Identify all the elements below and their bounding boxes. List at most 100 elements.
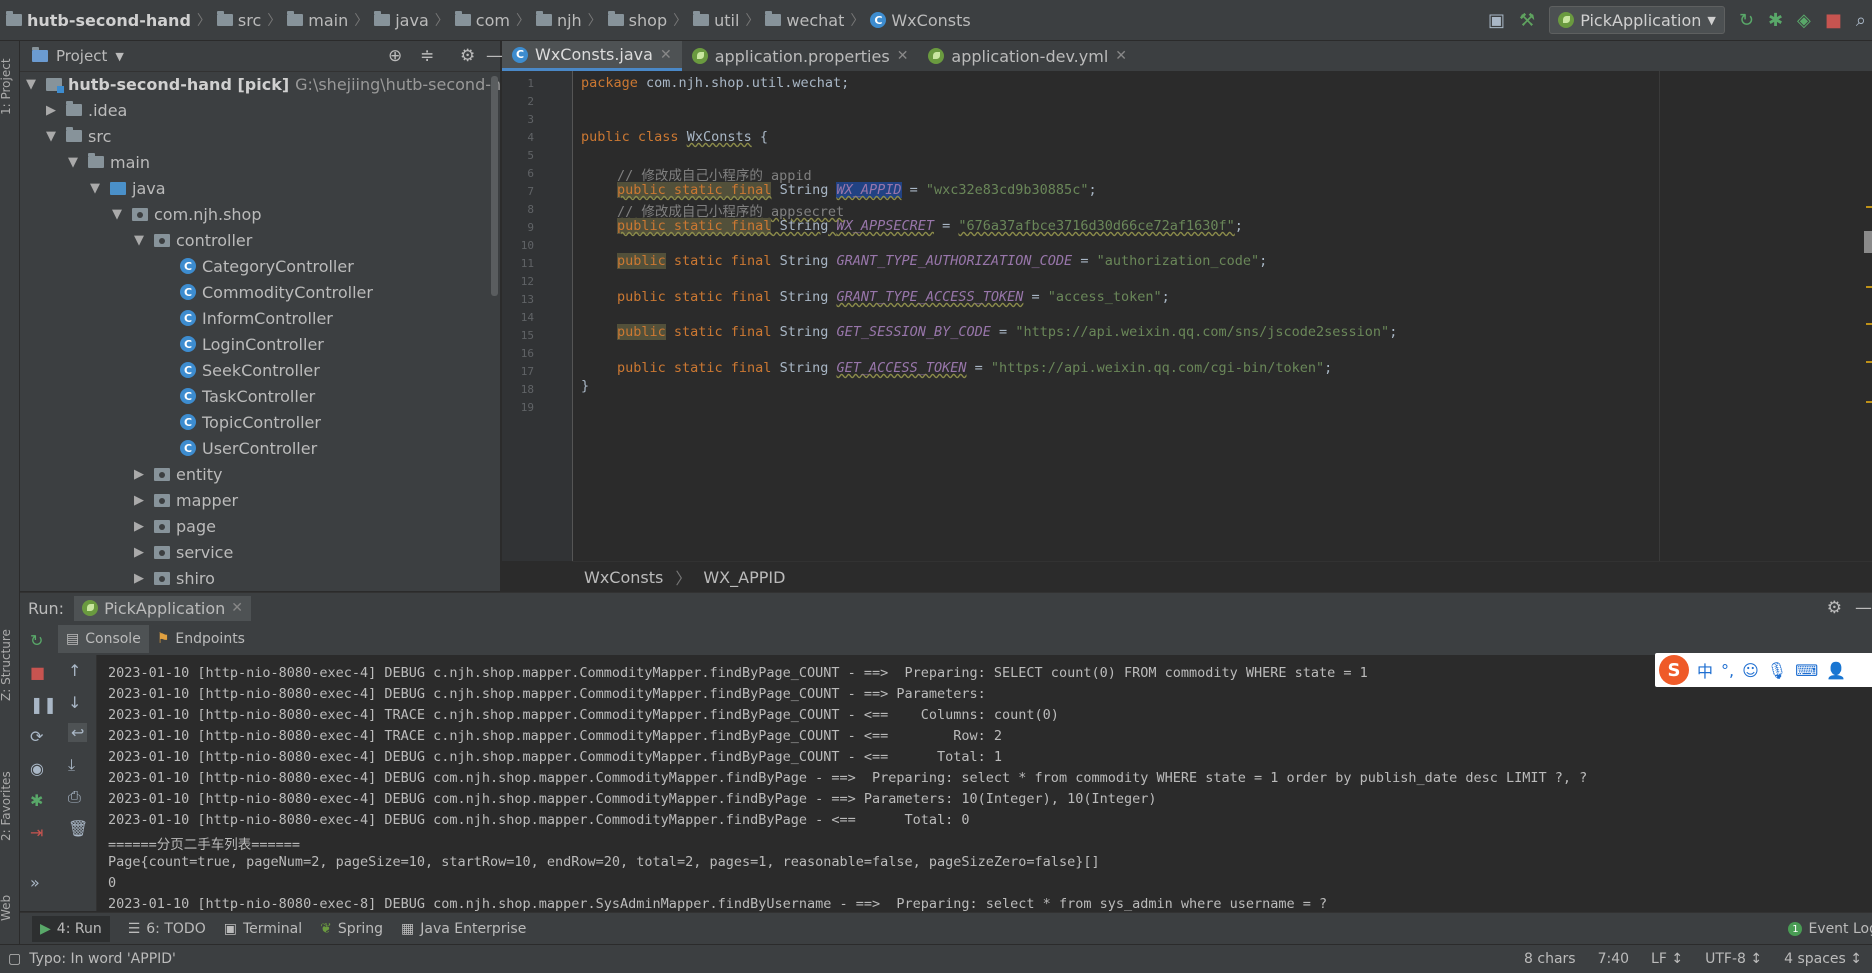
console-output[interactable]: 2023-01-10 [http-nio-8080-exec-4] DEBUG … bbox=[97, 655, 1872, 911]
rerun-icon[interactable]: ↻ bbox=[1739, 10, 1754, 31]
editor-gutter[interactable]: 1 2 3 4 5 6 7 8 9 10 11 12 13 14 15 16 1… bbox=[502, 71, 573, 561]
tree-class-item[interactable]: C InformController bbox=[180, 305, 333, 331]
print-icon[interactable]: ⎙ bbox=[68, 787, 81, 807]
project-scrollbar[interactable] bbox=[491, 76, 498, 296]
restart-icon[interactable]: ⟳ bbox=[30, 727, 43, 746]
tree-controller[interactable]: ▼ controller bbox=[134, 227, 252, 253]
crumb-main[interactable]: main bbox=[281, 11, 354, 30]
warning-marker[interactable] bbox=[1866, 361, 1872, 363]
tree-service[interactable]: ▶ service bbox=[134, 539, 233, 565]
gear-icon[interactable]: ⚙ bbox=[460, 46, 475, 66]
keyboard-icon[interactable]: ⌨ bbox=[1795, 661, 1818, 680]
tree-idea[interactable]: ▶ .idea bbox=[46, 97, 127, 123]
user-icon[interactable]: 👤 bbox=[1826, 661, 1846, 680]
minimize-icon[interactable]: — bbox=[486, 46, 503, 66]
tree-class-item[interactable]: C TaskController bbox=[180, 383, 315, 409]
tree-java[interactable]: ▼ java bbox=[90, 175, 166, 201]
ime-toolbar[interactable]: S 中 °, ☺ 🎙 ⌨ 👤 bbox=[1655, 653, 1872, 687]
emoji-icon[interactable]: ☺ bbox=[1742, 661, 1759, 680]
crumb-util[interactable]: util bbox=[687, 11, 745, 30]
build-hammer-icon[interactable]: ⚒ bbox=[1519, 10, 1535, 31]
tree-entity[interactable]: ▶ entity bbox=[134, 461, 222, 487]
tree-class-item[interactable]: C TopicController bbox=[180, 409, 321, 435]
more-icon[interactable]: » bbox=[30, 873, 40, 892]
scroll-thumb[interactable] bbox=[1864, 231, 1872, 253]
crumb-wechat[interactable]: wechat bbox=[759, 11, 850, 30]
tab-application-properties[interactable]: application.properties ✕ bbox=[682, 41, 919, 71]
tool-tab-terminal[interactable]: ▣ Terminal bbox=[224, 921, 302, 937]
tree-page[interactable]: ▶ page bbox=[134, 513, 216, 539]
crumb-com[interactable]: com bbox=[449, 11, 516, 30]
arrow-up-icon[interactable]: ↑ bbox=[68, 661, 81, 680]
microphone-icon[interactable]: 🎙 bbox=[1767, 661, 1787, 680]
debug-bug-icon[interactable]: ✱ bbox=[1768, 10, 1783, 31]
close-icon[interactable]: ✕ bbox=[897, 48, 909, 64]
breadcrumb-field[interactable]: WX_APPID bbox=[703, 568, 785, 587]
crumb-shop[interactable]: shop bbox=[602, 11, 673, 30]
minimize-icon[interactable]: — bbox=[1855, 598, 1872, 618]
tab-application-dev-yml[interactable]: application-dev.yml ✕ bbox=[918, 41, 1137, 71]
search-icon[interactable]: ⌕ bbox=[1856, 10, 1866, 31]
tree-package[interactable]: ▼ com.njh.shop bbox=[112, 201, 262, 227]
close-icon[interactable]: ✕ bbox=[660, 47, 672, 63]
stripe-tab-web[interactable]: Web bbox=[0, 895, 13, 921]
tab-endpoints[interactable]: ⚑ Endpoints bbox=[149, 625, 253, 653]
close-icon[interactable]: ✕ bbox=[231, 600, 243, 616]
debug-bug-icon[interactable]: ✱ bbox=[30, 791, 43, 810]
breadcrumb-class[interactable]: WxConsts bbox=[584, 568, 663, 587]
tool-tab-java-enterprise[interactable]: ▦ Java Enterprise bbox=[401, 921, 526, 937]
tree-class-item[interactable]: C LoginController bbox=[180, 331, 324, 357]
ime-punctuation[interactable]: °, bbox=[1721, 661, 1734, 680]
frame-icon[interactable]: ▣ bbox=[1488, 10, 1505, 31]
line-separator[interactable]: LF ↕ bbox=[1651, 951, 1683, 967]
event-log-tab[interactable]: 1 Event Log bbox=[1788, 921, 1872, 937]
tree-src[interactable]: ▼ src bbox=[46, 123, 111, 149]
tool-tab-todo[interactable]: ☰ 6: TODO bbox=[128, 921, 206, 937]
crumb-njh[interactable]: njh bbox=[530, 11, 588, 30]
crumb-src[interactable]: src bbox=[211, 11, 267, 30]
code-editor[interactable]: package com.njh.shop.util.wechat; public… bbox=[573, 71, 1658, 561]
stripe-tab-project[interactable]: 1: Project bbox=[0, 58, 13, 115]
panel-toggle-icon[interactable]: ▢ bbox=[8, 951, 21, 967]
trash-icon[interactable]: 🗑 bbox=[68, 819, 88, 838]
crumb-wxconsts[interactable]: C WxConsts bbox=[864, 11, 976, 30]
indent-setting[interactable]: 4 spaces ↕ bbox=[1784, 951, 1862, 967]
tool-tab-run[interactable]: ▶ 4: Run bbox=[32, 916, 110, 942]
stop-icon[interactable]: ■ bbox=[30, 663, 45, 682]
exit-icon[interactable]: ⇥ bbox=[30, 823, 43, 842]
tree-class-item[interactable]: C UserController bbox=[180, 435, 317, 461]
caret-position[interactable]: 7:40 bbox=[1598, 951, 1629, 967]
rerun-icon[interactable]: ↻ bbox=[30, 631, 43, 650]
warning-marker[interactable] bbox=[1866, 206, 1872, 208]
tab-wxconsts-java[interactable]: C WxConsts.java ✕ bbox=[502, 41, 682, 71]
stripe-tab-structure[interactable]: Z: Structure bbox=[0, 629, 13, 701]
warning-marker[interactable] bbox=[1866, 286, 1872, 288]
arrow-down-icon[interactable]: ↓ bbox=[68, 693, 81, 712]
camera-icon[interactable]: ◉ bbox=[30, 759, 44, 778]
close-icon[interactable]: ✕ bbox=[1115, 48, 1127, 64]
warning-marker[interactable] bbox=[1866, 323, 1872, 325]
tree-class-item[interactable]: C CommodityController bbox=[180, 279, 373, 305]
chevron-down-icon[interactable]: ▼ bbox=[115, 50, 123, 63]
scroll-to-end-icon[interactable]: ⤓ bbox=[68, 755, 75, 775]
run-app-tab[interactable]: PickApplication ✕ bbox=[74, 595, 252, 621]
stop-icon[interactable]: ■ bbox=[1825, 10, 1842, 31]
tree-root[interactable]: ▼ hutb-second-hand [pick] G:\shejiing\hu… bbox=[26, 71, 531, 97]
error-stripe[interactable] bbox=[1860, 71, 1872, 561]
tree-shiro[interactable]: ▶ shiro bbox=[134, 565, 215, 591]
tree-mapper[interactable]: ▶ mapper bbox=[134, 487, 238, 513]
tree-class-item[interactable]: C SeekController bbox=[180, 357, 320, 383]
crumb-java[interactable]: java bbox=[368, 11, 435, 30]
file-encoding[interactable]: UTF-8 ↕ bbox=[1705, 951, 1762, 967]
locate-target-icon[interactable]: ⊕ bbox=[388, 46, 402, 66]
tree-class-item[interactable]: C CategoryController bbox=[180, 253, 354, 279]
tab-console[interactable]: ▤ Console bbox=[58, 625, 149, 653]
coverage-shield-icon[interactable]: ◈ bbox=[1797, 10, 1811, 31]
warning-marker[interactable] bbox=[1866, 401, 1872, 403]
gear-icon[interactable]: ⚙ bbox=[1827, 598, 1842, 618]
pause-icon[interactable]: ❚❚ bbox=[30, 695, 57, 714]
project-panel-title[interactable]: Project bbox=[56, 47, 107, 65]
soft-wrap-icon[interactable]: ↩ bbox=[68, 723, 88, 742]
run-configuration-dropdown[interactable]: PickApplication ▼ bbox=[1549, 6, 1725, 34]
ime-language[interactable]: 中 bbox=[1697, 658, 1713, 682]
